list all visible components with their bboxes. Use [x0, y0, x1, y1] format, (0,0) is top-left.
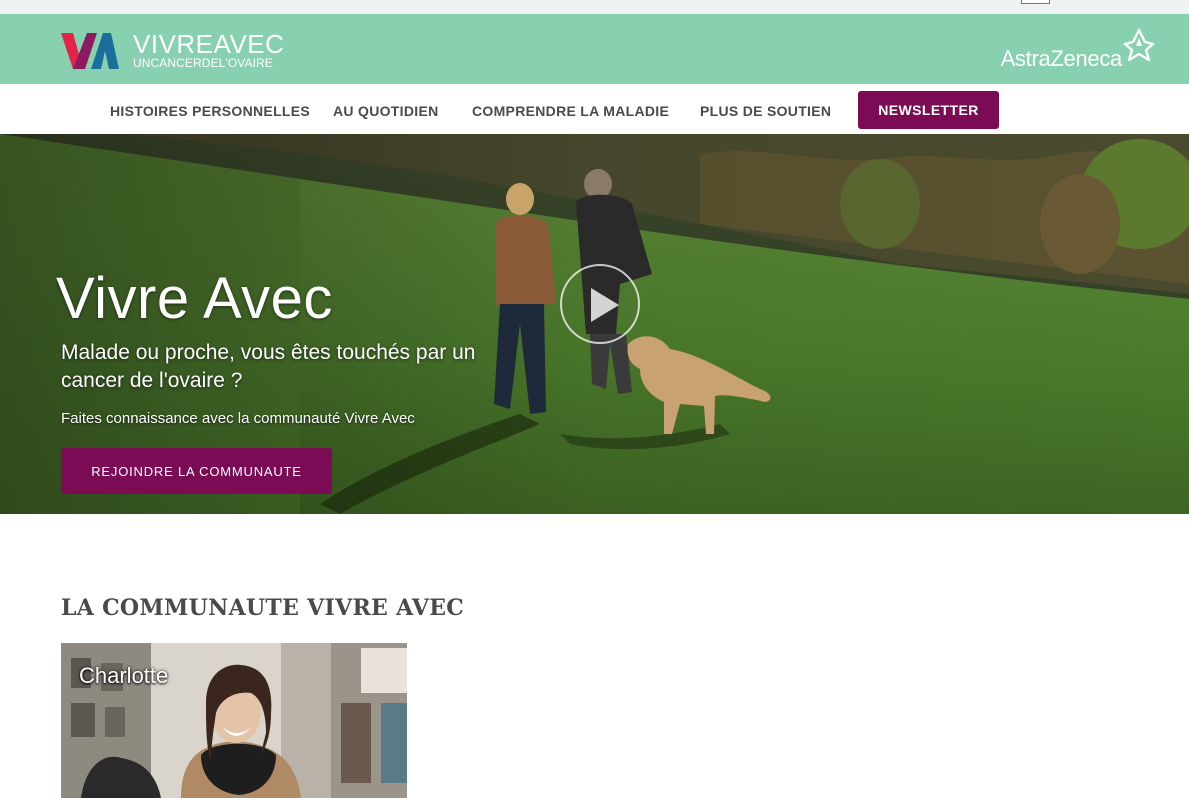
nav-histoires-personnelles[interactable]: HISTOIRES PERSONNELLES: [110, 103, 310, 119]
astrazeneca-wordmark: AstraZeneca: [1000, 46, 1123, 71]
logo-line-1: VIVREAVEC: [133, 29, 285, 59]
top-strip-box: [1021, 0, 1050, 4]
astrazeneca-logo[interactable]: AstraZeneca: [1000, 28, 1156, 72]
hero-tagline: Faites connaissance avec la communauté V…: [61, 410, 415, 427]
astrazeneca-symbol-icon: [1123, 28, 1155, 62]
nav-plus-de-soutien[interactable]: PLUS DE SOUTIEN: [700, 103, 831, 119]
nav-au-quotidien[interactable]: AU QUOTIDIEN: [333, 103, 439, 119]
play-icon: [591, 288, 619, 322]
play-video-button[interactable]: [560, 264, 640, 344]
community-card-charlotte[interactable]: Charlotte: [61, 643, 407, 798]
hero-banner: Vivre Avec Malade ou proche, vous êtes t…: [0, 134, 1189, 514]
card-name: Charlotte: [79, 663, 169, 688]
community-section-title: LA COMMUNAUTE VIVRE AVEC: [61, 595, 465, 621]
logo-line-2: UNCANCERDEL'OVAIRE: [133, 56, 273, 70]
join-community-button[interactable]: REJOINDRE LA COMMUNAUTE: [61, 448, 332, 494]
nav-comprendre-la-maladie[interactable]: COMPRENDRE LA MALADIE: [472, 103, 669, 119]
vivre-avec-logo-text[interactable]: VIVREAVEC UNCANCERDEL'OVAIRE: [133, 31, 284, 69]
hero-title: Vivre Avec: [56, 266, 333, 331]
vivre-avec-logo-icon[interactable]: [61, 31, 121, 71]
main-nav: HISTOIRES PERSONNELLES AU QUOTIDIEN COMP…: [0, 84, 1189, 134]
newsletter-button[interactable]: NEWSLETTER: [858, 91, 999, 129]
hero-subtitle: Malade ou proche, vous êtes touchés par …: [61, 341, 476, 392]
brand-header: VIVREAVEC UNCANCERDEL'OVAIRE AstraZeneca: [0, 14, 1189, 84]
top-strip: [0, 0, 1189, 14]
